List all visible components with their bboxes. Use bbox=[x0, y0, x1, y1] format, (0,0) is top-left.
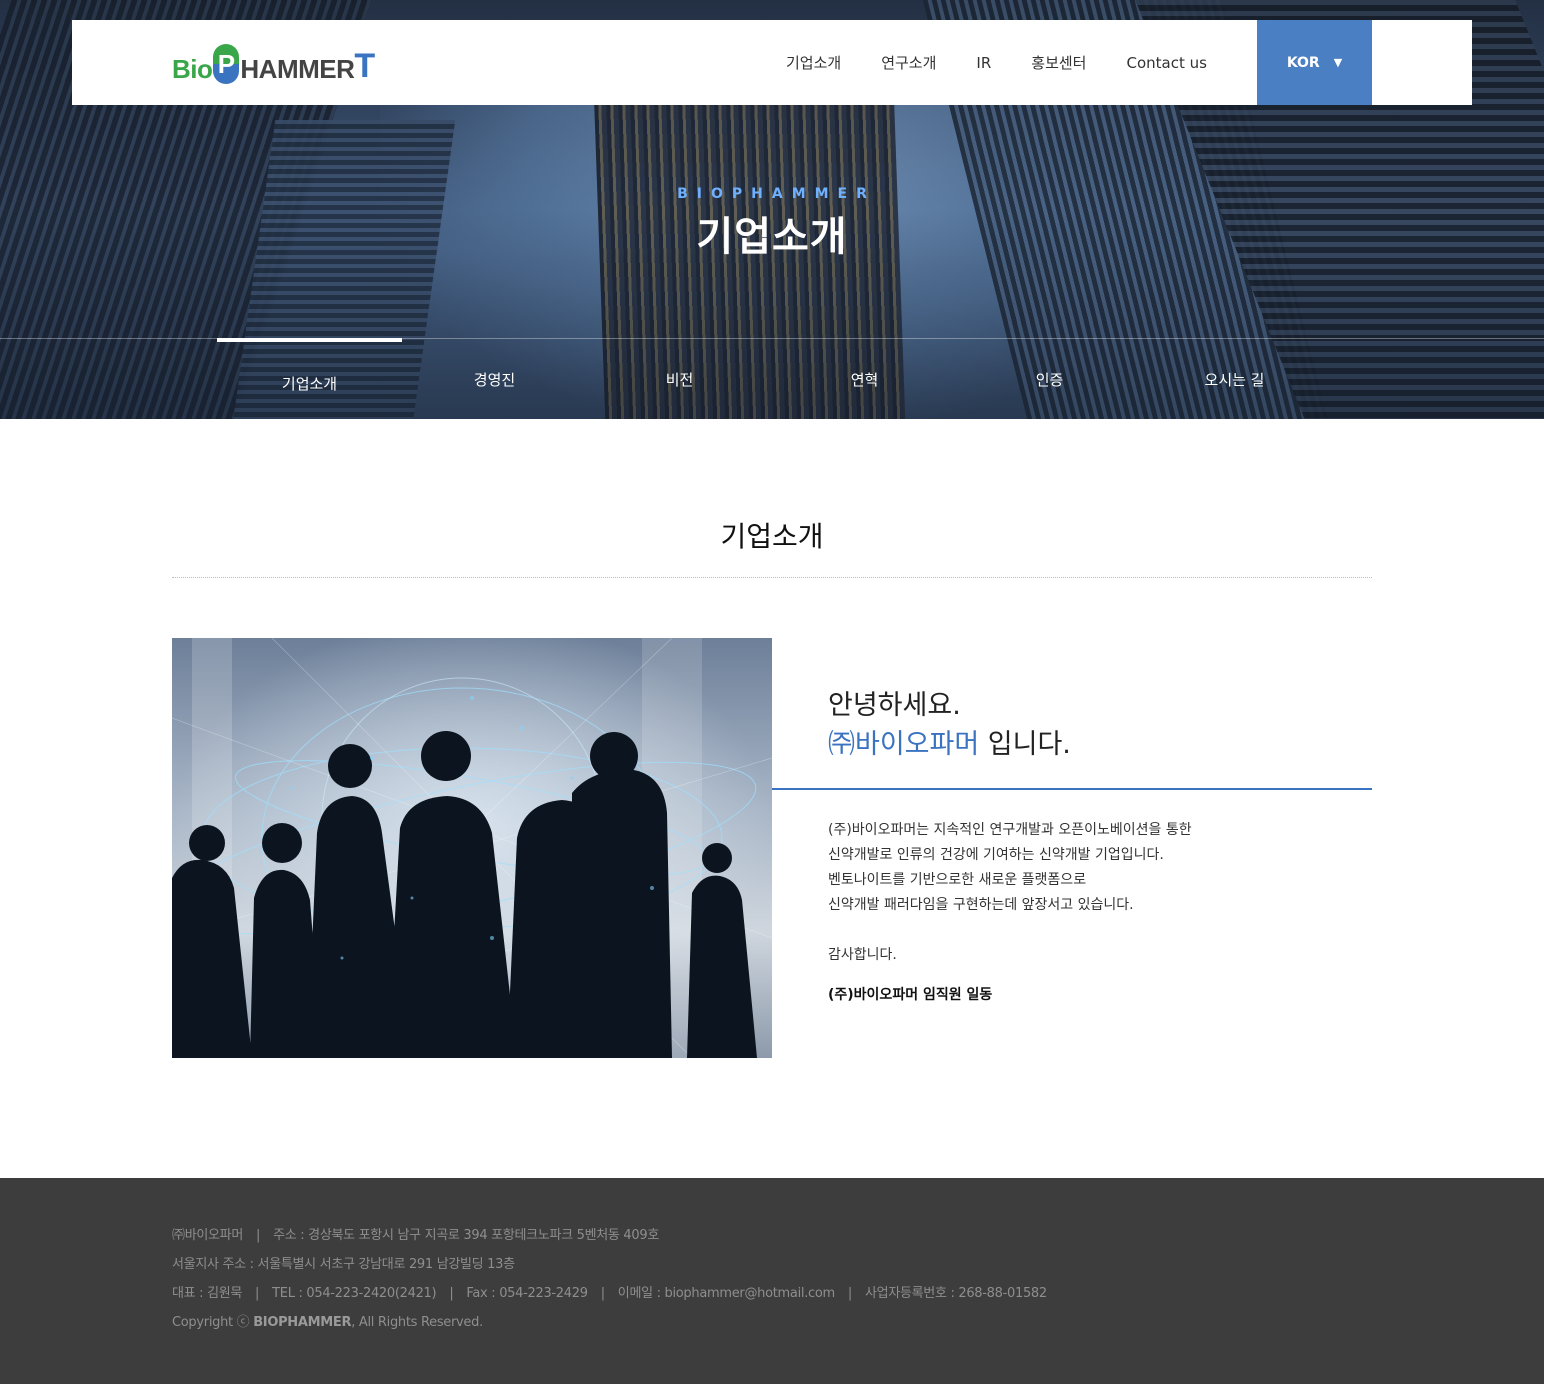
footer-line-copyright: Copyright ⓒ BIOPHAMMER, All Rights Reser… bbox=[172, 1308, 1047, 1337]
logo-text-bio: Bio bbox=[172, 54, 213, 84]
intro-line: 신약개발 패러다임을 구현하는데 앞장서고 있습니다. bbox=[828, 897, 1134, 913]
hero-title: 기업소개 bbox=[696, 214, 848, 260]
main-navigation: 기업소개 연구소개 IR 홍보센터 Contact us bbox=[786, 20, 1247, 105]
footer-line-contact: 대표 : 김원묵 | TEL : 054-223-2420(2421) | Fax : … bbox=[172, 1279, 1047, 1308]
section-divider bbox=[172, 577, 1372, 578]
copyright-prefix: Copyright ⓒ bbox=[172, 1315, 254, 1330]
footer-company: ㈜바이오파머 bbox=[172, 1228, 244, 1243]
subnav-tab-company[interactable]: 기업소개 bbox=[217, 338, 402, 419]
copyright-suffix: , All Rights Reserved. bbox=[351, 1315, 483, 1330]
language-selector[interactable]: KOR ▼ bbox=[1257, 20, 1372, 105]
thanks-text: 감사합니다. bbox=[828, 947, 897, 963]
footer-separator: | bbox=[256, 1228, 261, 1243]
subnav-tab-directions[interactable]: 오시는 길 bbox=[1142, 338, 1327, 419]
footer-separator: | bbox=[255, 1286, 260, 1301]
caret-down-icon: ▼ bbox=[1333, 56, 1343, 69]
logo-text-hammer: HAMME bbox=[240, 54, 337, 84]
section-title: 기업소개 bbox=[720, 520, 824, 553]
greeting-line-hello: 안녕하세요. bbox=[828, 690, 961, 721]
intro-line: 벤토나이트를 기반으로한 새로운 플랫폼으로 bbox=[828, 872, 1087, 888]
intro-line: 신약개발로 인류의 건강에 기여하는 신약개발 기업입니다. bbox=[828, 847, 1164, 863]
intro-paragraph: (주)바이오파머는 지속적인 연구개발과 오픈이노베이션을 통한 신약개발로 인… bbox=[828, 818, 1192, 918]
hero-title-block: BIOPHAMMER 기업소개 bbox=[0, 186, 1544, 262]
nav-ir[interactable]: IR bbox=[976, 54, 991, 72]
footer-fax: Fax : 054-223-2429 bbox=[466, 1286, 588, 1301]
footer-separator: | bbox=[600, 1286, 605, 1301]
copyright-brand: BIOPHAMMER bbox=[253, 1315, 352, 1330]
greeting-line-company: ㈜바이오파머 입니다. bbox=[828, 725, 1071, 764]
greeting-heading: 안녕하세요. ㈜바이오파머 입니다. bbox=[828, 686, 1071, 764]
nav-company[interactable]: 기업소개 bbox=[786, 52, 841, 73]
nav-contact[interactable]: Contact us bbox=[1126, 54, 1206, 72]
nav-pr-center[interactable]: 홍보센터 bbox=[1031, 52, 1086, 73]
greeting-suffix: 입니다. bbox=[979, 729, 1071, 760]
footer-info: ㈜바이오파머 | 주소 : 경상북도 포항시 남구 지곡로 394 포항테크노파크 … bbox=[172, 1221, 1047, 1337]
subnav-tab-vision[interactable]: 비전 bbox=[587, 338, 772, 419]
subnav-tab-certification[interactable]: 인증 bbox=[957, 338, 1142, 419]
footer-seoul-branch: 서울지사 주소 : 서울특별시 서초구 강남대로 291 남강빌딩 13층 bbox=[172, 1257, 515, 1272]
greeting-company-name: ㈜바이오파머 bbox=[828, 729, 980, 760]
business-team-globe-image bbox=[172, 638, 772, 1058]
footer-tel: TEL : 054-223-2420(2421) bbox=[272, 1286, 437, 1301]
subnav-tab-history[interactable]: 연혁 bbox=[772, 338, 957, 419]
footer-email: 이메일 : biophammer@hotmail.com bbox=[617, 1286, 835, 1301]
footer-business-number: 사업자등록번호 : 268-88-01582 bbox=[865, 1286, 1047, 1301]
logo-text-t: T bbox=[354, 47, 376, 85]
site-footer: ㈜바이오파머 | 주소 : 경상북도 포항시 남구 지곡로 394 포항테크노파크 … bbox=[0, 1178, 1544, 1384]
intro-line: (주)바이오파머는 지속적인 연구개발과 오픈이노베이션을 통한 bbox=[828, 822, 1192, 838]
footer-ceo: 대표 : 김원묵 bbox=[172, 1286, 243, 1301]
hero-subtitle: BIOPHAMMER bbox=[677, 186, 876, 202]
footer-separator: | bbox=[449, 1286, 454, 1301]
greeting-divider bbox=[772, 788, 1372, 790]
footer-line-seoul: 서울지사 주소 : 서울특별시 서초구 강남대로 291 남강빌딩 13층 bbox=[172, 1250, 1047, 1279]
footer-line-address: ㈜바이오파머 | 주소 : 경상북도 포항시 남구 지곡로 394 포항테크노파크 … bbox=[172, 1221, 1047, 1250]
sub-navigation: 기업소개 경영진 비전 연혁 인증 오시는 길 bbox=[217, 338, 1327, 419]
nav-research[interactable]: 연구소개 bbox=[881, 52, 936, 73]
footer-separator: | bbox=[847, 1286, 852, 1301]
logo-p-badge: P bbox=[213, 44, 240, 84]
logo-text-r: R bbox=[336, 54, 355, 84]
language-label: KOR bbox=[1286, 54, 1320, 71]
biophammer-logo[interactable]: Bio P HAMME R T bbox=[172, 42, 375, 84]
signature-text: (주)바이오파머 임직원 일동 bbox=[828, 987, 993, 1003]
footer-address: 주소 : 경상북도 포항시 남구 지곡로 394 포항테크노파크 5벤처동 40… bbox=[273, 1228, 659, 1243]
site-header: Bio P HAMME R T 기업소개 연구소개 IR 홍보센터 Contac… bbox=[72, 20, 1472, 105]
subnav-tab-executives[interactable]: 경영진 bbox=[402, 338, 587, 419]
